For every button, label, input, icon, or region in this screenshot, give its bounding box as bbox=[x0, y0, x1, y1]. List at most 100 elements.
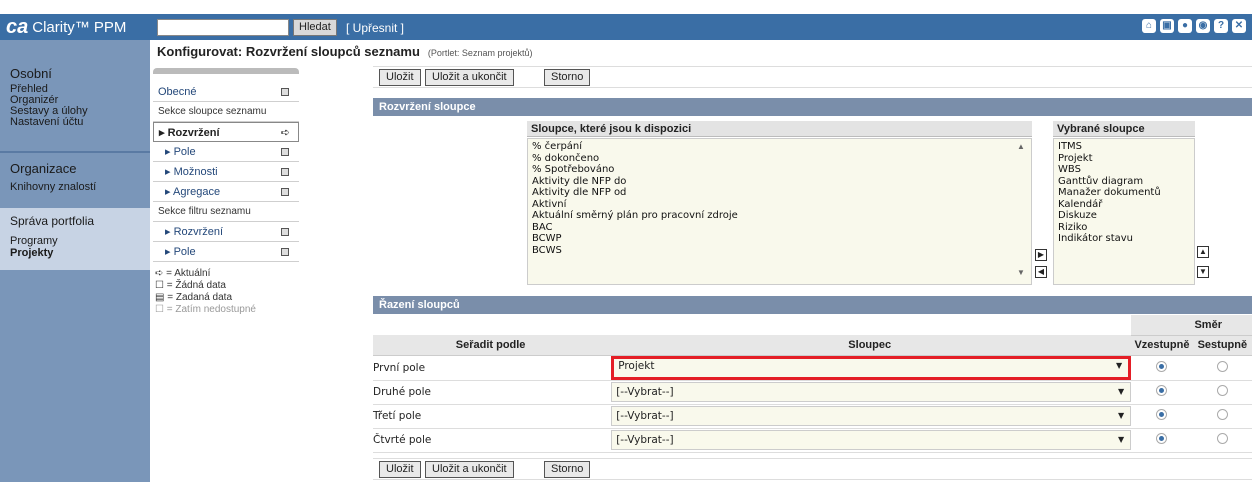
asc-cell bbox=[1131, 404, 1193, 429]
selected-column-item[interactable]: Riziko bbox=[1058, 222, 1190, 234]
info-icon[interactable]: ? bbox=[1214, 19, 1228, 33]
available-column-item[interactable]: Aktuální směrný plán pro pracovní zdroje bbox=[532, 210, 1027, 222]
desc-header: Sestupně bbox=[1192, 335, 1252, 356]
sort-column-select[interactable]: [--Vybrat--] ▼ bbox=[611, 382, 1132, 402]
scroll-down-icon[interactable]: ▼ bbox=[1017, 268, 1027, 277]
selected-column-item[interactable]: Manažer dokumentů bbox=[1058, 187, 1190, 199]
side-label: Pole bbox=[173, 146, 196, 158]
home-icon[interactable]: ⌂ bbox=[1142, 19, 1156, 33]
status-square-icon bbox=[281, 188, 289, 196]
current-arrow-icon: ➪ bbox=[280, 127, 290, 139]
status-square-icon bbox=[281, 168, 289, 176]
sort-column-select[interactable]: [--Vybrat--] ▼ bbox=[611, 406, 1132, 426]
available-columns-list[interactable]: % čerpání% dokončeno% Spotřebováno Aktivi… bbox=[527, 138, 1032, 285]
refine-link[interactable]: [ Upřesnit ] bbox=[346, 21, 404, 35]
cancel-button-bottom[interactable]: Storno bbox=[544, 461, 591, 478]
side-item-rozvrzeni-filtr[interactable]: ▸ Rozvržení bbox=[153, 222, 299, 242]
available-column-item[interactable]: % čerpání bbox=[532, 141, 1027, 153]
save-button-bottom[interactable]: Uložit bbox=[379, 461, 421, 478]
status-square-icon bbox=[281, 88, 289, 96]
save-exit-button[interactable]: Uložit a ukončit bbox=[425, 69, 514, 86]
available-column-item[interactable]: Aktivity dle NFP od bbox=[532, 187, 1027, 199]
nav-item-programy[interactable]: Programy bbox=[10, 236, 58, 247]
desc-radio[interactable] bbox=[1216, 360, 1228, 372]
available-column-item[interactable]: Aktivity dle NFP do bbox=[532, 176, 1027, 188]
asc-radio[interactable] bbox=[1156, 409, 1168, 420]
side-item-rozvrzeni[interactable]: ▸ Rozvržení ➪ bbox=[153, 122, 299, 142]
asc-radio[interactable] bbox=[1156, 385, 1168, 396]
sort-row: Čtvrté pole [--Vybrat--] ▼ bbox=[373, 428, 1252, 453]
available-column-item[interactable]: % dokončeno bbox=[532, 153, 1027, 165]
nav-divider bbox=[0, 151, 150, 153]
selected-column-item[interactable]: Projekt bbox=[1058, 153, 1190, 165]
sidebar-top bbox=[153, 68, 299, 74]
sort-column-value: [--Vybrat--] bbox=[616, 434, 674, 446]
available-column-item[interactable]: BCWS bbox=[532, 245, 1027, 257]
selected-column-item[interactable]: Ganttův diagram bbox=[1058, 176, 1190, 188]
side-label: Rozvržení bbox=[167, 127, 220, 139]
selected-column-item[interactable]: WBS bbox=[1058, 164, 1190, 176]
side-label: Obecné bbox=[158, 86, 197, 98]
page-title-text: Konfigurovat: Rozvržení sloupců seznamu bbox=[157, 44, 420, 59]
selected-column-item[interactable]: ITMS bbox=[1058, 141, 1190, 153]
save-exit-button-bottom[interactable]: Uložit a ukončit bbox=[425, 461, 514, 478]
selected-columns-list[interactable]: ITMS Projekt WBS Ganttův diagram Manažer dok… bbox=[1053, 138, 1195, 285]
sort-row: První pole Projekt ▼ bbox=[373, 355, 1252, 381]
selected-column-item[interactable]: Diskuze bbox=[1058, 210, 1190, 222]
search-input[interactable] bbox=[157, 19, 289, 36]
desc-radio[interactable] bbox=[1216, 409, 1228, 420]
legend: ➪ = Aktuální ☐ = Žádná data ▤ = Zadaná d… bbox=[155, 268, 256, 316]
move-left-icon[interactable]: ◀ bbox=[1035, 266, 1047, 278]
desc-radio[interactable] bbox=[1216, 433, 1228, 444]
save-button[interactable]: Uložit bbox=[379, 69, 421, 86]
available-column-item[interactable]: % Spotřebováno bbox=[532, 164, 1027, 176]
bookmark-icon[interactable]: ▣ bbox=[1160, 19, 1174, 33]
asc-radio[interactable] bbox=[1156, 433, 1168, 444]
settings-icon[interactable]: ◉ bbox=[1196, 19, 1210, 33]
legend-nodata: ☐ = Žádná data bbox=[155, 280, 226, 291]
asc-radio[interactable] bbox=[1156, 360, 1168, 372]
move-up-icon[interactable]: ▲ bbox=[1197, 246, 1209, 258]
cancel-button[interactable]: Storno bbox=[544, 69, 591, 86]
logo-mark: ca bbox=[6, 15, 29, 38]
available-column-item[interactable]: Aktivní bbox=[532, 199, 1027, 211]
desc-cell bbox=[1192, 428, 1252, 453]
nav-section-osobni: Osobní bbox=[10, 66, 52, 81]
side-item-pole[interactable]: ▸ Pole bbox=[153, 142, 299, 162]
asc-cell bbox=[1131, 355, 1193, 381]
move-down-icon[interactable]: ▼ bbox=[1197, 266, 1209, 278]
legend-text: = Zatím nedostupné bbox=[166, 304, 256, 315]
nav-section-sprava: Správa portfolia bbox=[10, 214, 95, 228]
scroll-up-icon[interactable]: ▲ bbox=[1017, 142, 1027, 151]
selected-column-item[interactable]: Kalendář bbox=[1058, 199, 1190, 211]
nav-item-knihovny[interactable]: Knihovny znalostí bbox=[10, 182, 96, 193]
dropdown-arrow-icon: ▼ bbox=[1118, 435, 1125, 444]
section-sort-header: Řazení sloupců bbox=[373, 296, 1252, 314]
sort-row: Třetí pole [--Vybrat--] ▼ bbox=[373, 404, 1252, 429]
close-icon[interactable]: ✕ bbox=[1232, 19, 1246, 33]
selected-column-item[interactable]: Indikátor stavu bbox=[1058, 233, 1190, 245]
available-column-item[interactable]: BCWP bbox=[532, 233, 1027, 245]
legend-text: = Žádná data bbox=[166, 280, 226, 291]
help-icon[interactable]: ● bbox=[1178, 19, 1192, 33]
desc-radio[interactable] bbox=[1216, 385, 1228, 396]
sort-column-select[interactable]: [--Vybrat--] ▼ bbox=[611, 430, 1132, 450]
search-button[interactable]: Hledat bbox=[293, 19, 337, 36]
side-item-obecne[interactable]: Obecné bbox=[153, 82, 299, 102]
nav-item-projekty[interactable]: Projekty bbox=[10, 248, 53, 259]
sortby-header: Seřadit podle bbox=[373, 335, 609, 356]
logo[interactable]: ca Clarity™ PPM bbox=[6, 16, 126, 38]
side-item-agregace[interactable]: ▸ Agregace bbox=[153, 182, 299, 202]
sort-table: Směr Seřadit podle Sloupec Vzestupně Ses… bbox=[373, 315, 1252, 453]
nav-item-nastaveni[interactable]: Nastavení účtu bbox=[10, 117, 83, 128]
side-item-moznosti[interactable]: ▸ Možnosti bbox=[153, 162, 299, 182]
nav-section-organizace: Organizace bbox=[10, 161, 77, 176]
sort-row-label: Třetí pole bbox=[373, 404, 609, 429]
move-right-icon[interactable]: ▶ bbox=[1035, 249, 1047, 261]
available-column-item[interactable]: BAC bbox=[532, 222, 1027, 234]
sort-column-select[interactable]: Projekt ▼ bbox=[611, 355, 1132, 380]
desc-cell bbox=[1192, 380, 1252, 405]
legend-text: = Zadaná data bbox=[167, 292, 233, 303]
legend-unavailable: ☐ = Zatím nedostupné bbox=[155, 304, 256, 315]
side-item-pole-filtr[interactable]: ▸ Pole bbox=[153, 242, 299, 262]
